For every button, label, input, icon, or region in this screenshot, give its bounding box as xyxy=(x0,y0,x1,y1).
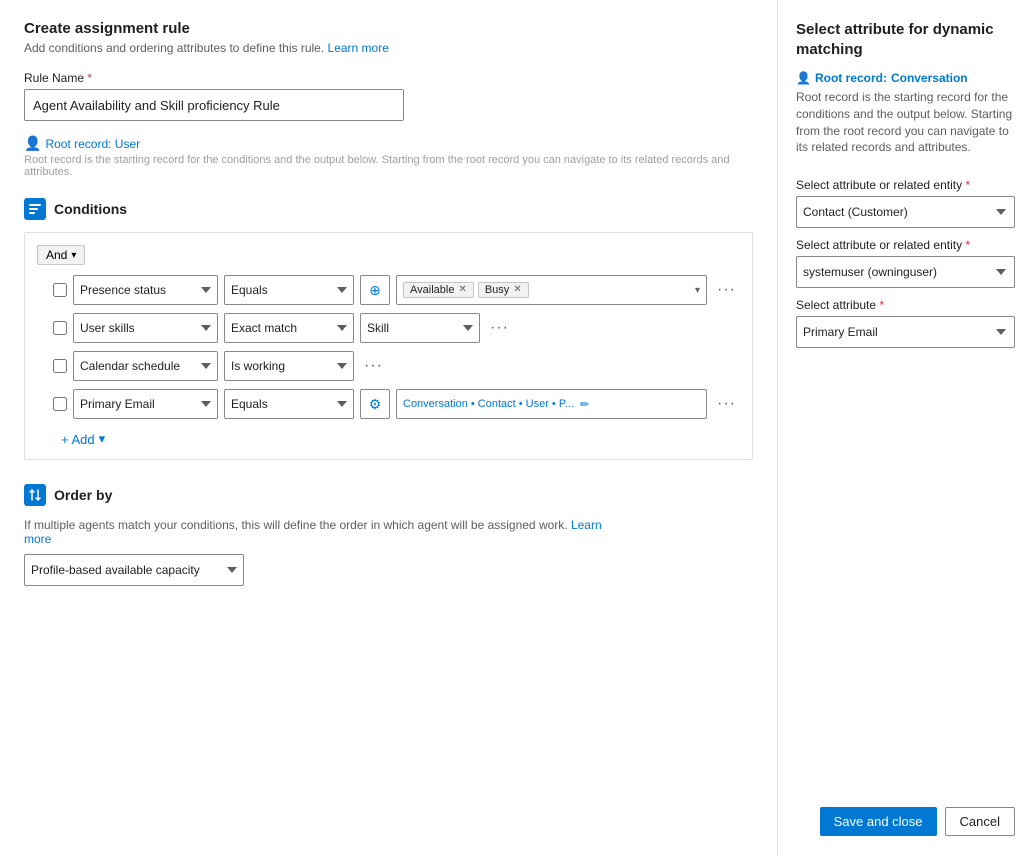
condition-checkbox-3[interactable] xyxy=(53,359,67,373)
condition-row: User skills Exact match Skill ··· xyxy=(37,313,740,343)
order-section: Order by If multiple agents match your c… xyxy=(24,484,753,586)
cancel-button[interactable]: Cancel xyxy=(945,807,1015,836)
condition-checkbox-2[interactable] xyxy=(53,321,67,335)
order-desc: If multiple agents match your conditions… xyxy=(24,518,624,546)
condition-checkbox-4[interactable] xyxy=(53,397,67,411)
order-icon xyxy=(24,484,46,506)
page-title: Create assignment rule xyxy=(24,20,753,37)
condition-row: Presence status Equals ⊕ Available ✕ Bus… xyxy=(37,275,740,305)
more-btn-2[interactable]: ··· xyxy=(486,319,513,337)
conditions-rows: Presence status Equals ⊕ Available ✕ Bus… xyxy=(37,275,740,419)
and-badge-button[interactable]: And ▾ xyxy=(37,245,85,265)
sp-entity-label-2: Select attribute or related entity * xyxy=(796,238,1015,252)
save-and-close-button[interactable]: Save and close xyxy=(820,807,937,836)
sp-entity-select-2[interactable]: systemuser (owninguser) xyxy=(796,256,1015,288)
rule-name-label: Rule Name * xyxy=(24,71,753,85)
conditions-block: And ▾ Presence status Equals ⊕ Available… xyxy=(24,232,753,460)
condition-row: Calendar schedule Is working ··· xyxy=(37,351,740,381)
field-select-2[interactable]: User skills xyxy=(73,313,218,343)
tag-busy-close[interactable]: ✕ xyxy=(513,285,521,295)
more-btn-4[interactable]: ··· xyxy=(713,395,740,413)
field-select-4[interactable]: Primary Email xyxy=(73,389,218,419)
tag-busy: Busy ✕ xyxy=(478,282,529,298)
order-title: Order by xyxy=(54,487,112,503)
operator-select-1[interactable]: Equals xyxy=(224,275,354,305)
side-root-record-label: Root record: xyxy=(815,71,887,85)
dynamic-icon-btn-4[interactable]: ⚙ xyxy=(360,389,390,419)
side-panel-title: Select attribute for dynamic matching xyxy=(796,20,1015,59)
rule-name-input[interactable] xyxy=(24,89,404,121)
operator-select-4[interactable]: Equals xyxy=(224,389,354,419)
more-btn-1[interactable]: ··· xyxy=(713,281,740,299)
root-record-desc: Root record is the starting record for t… xyxy=(24,154,744,178)
tags-field-1[interactable]: Available ✕ Busy ✕ ▾ xyxy=(396,275,707,305)
order-by-select[interactable]: Profile-based available capacity xyxy=(24,554,244,586)
order-section-header: Order by xyxy=(24,484,753,506)
sp-attribute-select[interactable]: Primary Email xyxy=(796,316,1015,348)
value-select-2[interactable]: Skill xyxy=(360,313,480,343)
root-record-label: 👤 Root record: User xyxy=(24,135,753,152)
side-panel-root-record: 👤 Root record: Conversation Root record … xyxy=(796,71,1015,156)
tag-available-close[interactable]: ✕ xyxy=(458,285,466,295)
field-select-3[interactable]: Calendar schedule xyxy=(73,351,218,381)
conditions-section-header: Conditions xyxy=(24,198,753,220)
dynamic-value-field-4[interactable]: Conversation • Contact • User • P... ✏ xyxy=(396,389,707,419)
page-subtitle: Add conditions and ordering attributes t… xyxy=(24,41,753,55)
tag-available: Available ✕ xyxy=(403,282,474,298)
tags-chevron-1: ▾ xyxy=(695,285,700,296)
add-condition-button[interactable]: + Add ▾ xyxy=(53,427,113,451)
main-panel: Create assignment rule Add conditions an… xyxy=(0,0,778,856)
edit-icon-4[interactable]: ✏ xyxy=(580,398,589,411)
conditions-title: Conditions xyxy=(54,201,127,217)
condition-checkbox-1[interactable] xyxy=(53,283,67,297)
operator-select-2[interactable]: Exact match xyxy=(224,313,354,343)
sp-attribute-label: Select attribute * xyxy=(796,298,1015,312)
and-chevron-icon: ▾ xyxy=(71,250,76,261)
root-record-person-icon: 👤 xyxy=(796,71,811,85)
side-root-record-name: Conversation xyxy=(891,71,968,85)
conditions-icon xyxy=(24,198,46,220)
learn-more-link[interactable]: Learn more xyxy=(328,41,389,55)
sp-entity-select-1[interactable]: Contact (Customer) xyxy=(796,196,1015,228)
root-record-info: 👤 Root record: User Root record is the s… xyxy=(24,135,753,178)
dynamic-value-text: Conversation • Contact • User • P... xyxy=(403,398,574,410)
field-select-1[interactable]: Presence status xyxy=(73,275,218,305)
side-panel: Select attribute for dynamic matching 👤 … xyxy=(778,0,1033,856)
add-chevron-icon: ▾ xyxy=(99,431,106,447)
sp-entity-label-1: Select attribute or related entity * xyxy=(796,178,1015,192)
footer-buttons: Save and close Cancel xyxy=(820,807,1015,836)
operator-select-3[interactable]: Is working xyxy=(224,351,354,381)
more-btn-3[interactable]: ··· xyxy=(360,357,387,375)
condition-row: Primary Email Equals ⚙ Conversation • Co… xyxy=(37,389,740,419)
presence-icon-btn-1[interactable]: ⊕ xyxy=(360,275,390,305)
side-panel-root-desc: Root record is the starting record for t… xyxy=(796,89,1015,156)
